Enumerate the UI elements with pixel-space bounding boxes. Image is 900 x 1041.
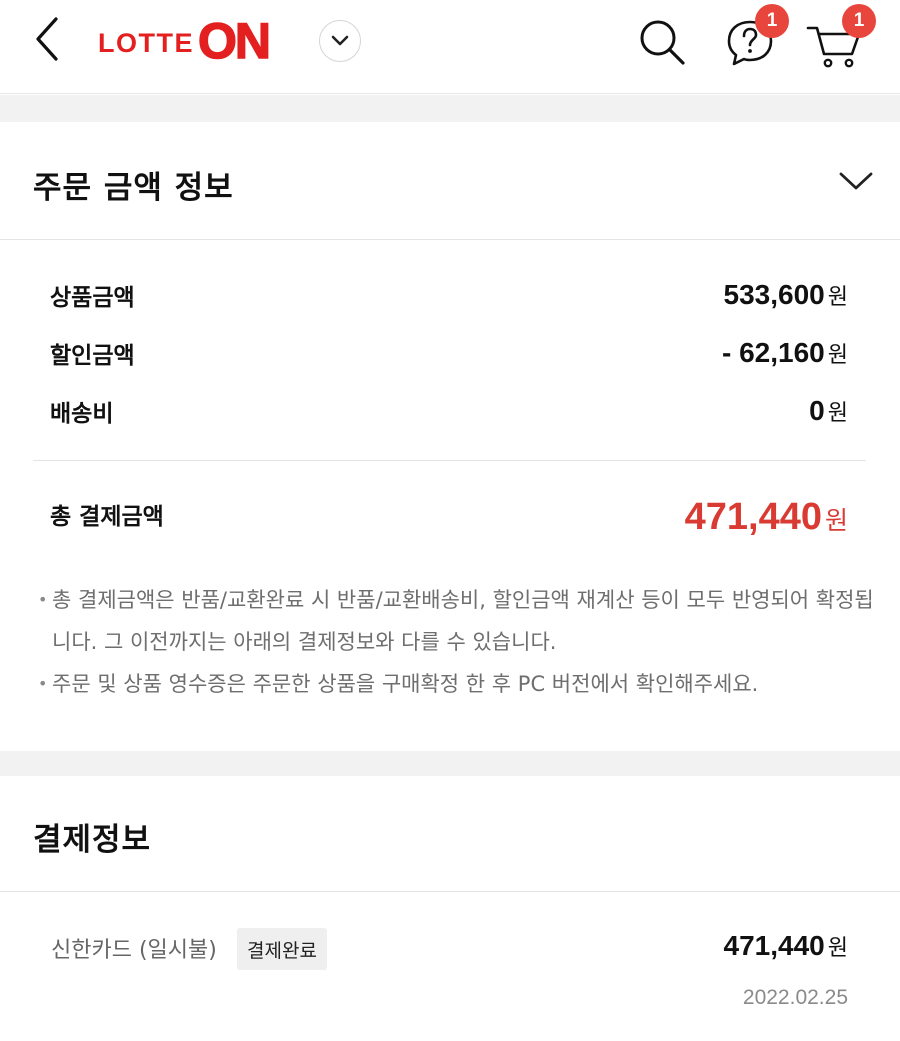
section-divider bbox=[0, 891, 900, 892]
payment-amount-number: 471,440 bbox=[723, 930, 825, 961]
section-separator bbox=[0, 95, 900, 122]
total-payment-value: 471,440 원 bbox=[685, 496, 848, 539]
product-amount-value: 533,600 원 bbox=[724, 279, 848, 311]
discount-amount-label: 할인금액 bbox=[50, 343, 135, 369]
currency-unit: 원 bbox=[827, 936, 848, 961]
discount-amount-number: - 62,160 bbox=[722, 337, 825, 368]
chevron-down-icon bbox=[331, 35, 349, 46]
section-separator bbox=[0, 751, 900, 776]
payment-info-title: 결제정보 bbox=[33, 822, 152, 858]
collapse-button[interactable] bbox=[836, 164, 876, 198]
help-notification-badge: 1 bbox=[755, 4, 789, 38]
product-amount-label: 상품금액 bbox=[50, 285, 135, 311]
order-amount-title: 주문 금액 정보 bbox=[33, 170, 234, 206]
back-button[interactable] bbox=[30, 16, 66, 62]
search-button[interactable] bbox=[636, 16, 688, 68]
bullet-icon: • bbox=[38, 590, 48, 609]
product-amount-number: 533,600 bbox=[723, 279, 825, 310]
notice-text: 주문 및 상품 영수증은 주문한 상품을 구매확정 한 후 PC 버전에서 확인… bbox=[52, 672, 759, 696]
total-payment-number: 471,440 bbox=[684, 496, 822, 538]
chevron-down-icon bbox=[839, 172, 873, 190]
logo-on-text: ON bbox=[197, 13, 272, 69]
currency-unit: 원 bbox=[827, 343, 848, 368]
logo-lotte-text: LOTTE bbox=[98, 28, 194, 58]
search-icon bbox=[640, 20, 685, 65]
summary-divider bbox=[33, 460, 866, 461]
discount-amount-value: - 62,160 원 bbox=[722, 337, 848, 369]
cart-count-badge: 1 bbox=[842, 4, 876, 38]
shipping-fee-value: 0 원 bbox=[809, 395, 848, 427]
currency-unit: 원 bbox=[827, 401, 848, 426]
shipping-fee-number: 0 bbox=[809, 395, 825, 426]
currency-unit: 원 bbox=[827, 285, 848, 310]
brand-dropdown-button[interactable] bbox=[319, 20, 361, 62]
payment-status-badge: 결제완료 bbox=[237, 928, 327, 970]
notice-text: 총 결제금액은 반품/교환완료 시 반품/교환배송비, 할인금액 재계산 등이 … bbox=[52, 588, 874, 654]
lotte-on-logo[interactable]: LOTTE ON bbox=[98, 10, 272, 70]
shipping-fee-label: 배송비 bbox=[50, 401, 114, 427]
payment-date: 2022.02.25 bbox=[742, 986, 848, 1009]
top-header: LOTTE ON 1 1 bbox=[0, 0, 900, 94]
bullet-icon: • bbox=[38, 674, 48, 693]
payment-method: 신한카드 (일시불) bbox=[51, 938, 217, 963]
section-divider bbox=[0, 239, 900, 240]
notice-item: • 주문 및 상품 영수증은 주문한 상품을 구매확정 한 후 PC 버전에서 … bbox=[38, 663, 878, 705]
currency-unit: 원 bbox=[824, 506, 848, 535]
back-arrow-icon bbox=[36, 17, 58, 61]
payment-amount-value: 471,440 원 bbox=[724, 930, 848, 962]
notice-item: • 총 결제금액은 반품/교환완료 시 반품/교환배송비, 할인금액 재계산 등… bbox=[38, 579, 878, 663]
total-payment-label: 총 결제금액 bbox=[50, 504, 164, 530]
